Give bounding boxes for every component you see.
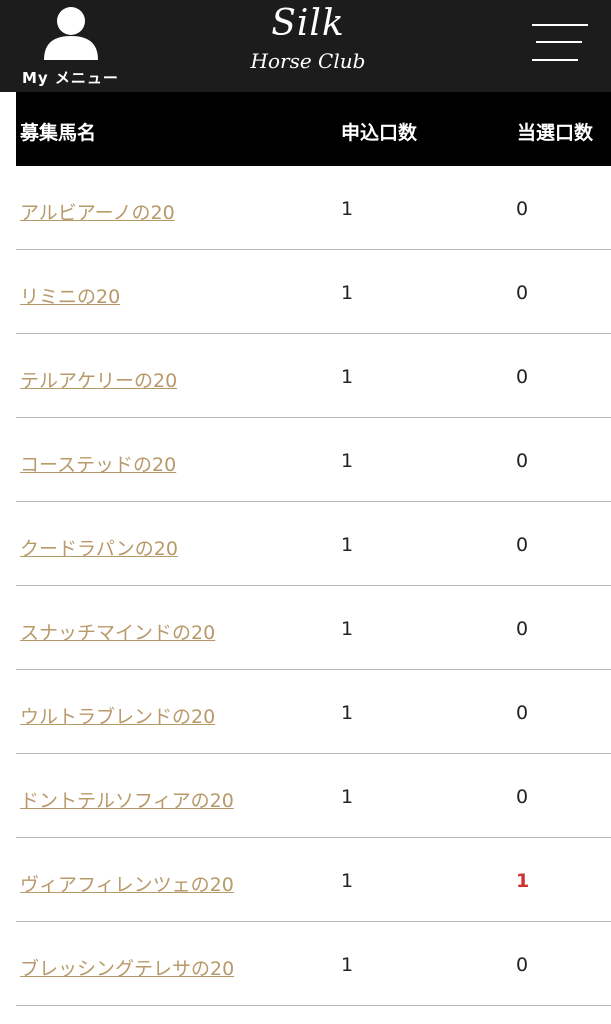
- column-header-horse-name: 募集馬名: [20, 122, 97, 144]
- horse-name-link[interactable]: ヴィアフィレンツェの20: [20, 870, 234, 897]
- my-menu-button[interactable]: My メニュー: [18, 4, 126, 88]
- horse-name-link[interactable]: ブレッシングテレサの20: [20, 954, 234, 981]
- horse-name-link[interactable]: リミニの20: [20, 282, 120, 309]
- won-units-value: 0: [516, 282, 529, 304]
- horse-name-link[interactable]: クードラパンの20: [20, 534, 178, 561]
- column-header-applied-units: 申込口数: [341, 122, 418, 144]
- horse-name-link[interactable]: アルビアーノの20: [20, 198, 175, 225]
- table-row: コーステッドの20 1 0: [16, 418, 611, 502]
- horse-name-link[interactable]: テルアケリーの20: [20, 366, 177, 393]
- site-header: My メニュー Silk Horse Club: [0, 0, 611, 92]
- silk-horse-club-logo[interactable]: Silk Horse Club: [238, 2, 378, 88]
- applied-units-value: 1: [341, 282, 354, 304]
- hamburger-menu-icon[interactable]: [532, 22, 588, 66]
- table-row: テルアケリーの20 1 0: [16, 334, 611, 418]
- hamburger-line: [536, 41, 582, 43]
- won-units-value: 1: [516, 870, 530, 892]
- applied-units-value: 1: [341, 450, 354, 472]
- table-row: ヴィアフィレンツェの20 1 1: [16, 838, 611, 922]
- applied-units-value: 1: [341, 870, 354, 892]
- horse-name-link[interactable]: ウルトラブレンドの20: [20, 702, 215, 729]
- my-menu-label: My メニュー: [22, 69, 119, 87]
- won-units-value: 0: [516, 450, 529, 472]
- table-row: リミニの20 1 0: [16, 250, 611, 334]
- lottery-results-table: アルビアーノの20 1 0 リミニの20 1 0 テルアケリーの20 1 0 コーステッドの20 1…: [16, 166, 611, 1006]
- applied-units-value: 1: [341, 702, 354, 724]
- column-header-won-units: 当選口数: [517, 122, 594, 144]
- logo-text-bottom: Horse Club: [250, 49, 366, 73]
- table-row: スナッチマインドの20 1 0: [16, 586, 611, 670]
- won-units-value: 0: [516, 786, 529, 808]
- won-units-value: 0: [516, 198, 529, 220]
- table-row: クードラパンの20 1 0: [16, 502, 611, 586]
- table-header-row: 募集馬名 申込口数 当選口数: [16, 92, 611, 166]
- horse-name-link[interactable]: コーステッドの20: [20, 450, 176, 477]
- applied-units-value: 1: [341, 954, 354, 976]
- won-units-value: 0: [516, 954, 529, 976]
- table-row: ブレッシングテレサの20 1 0: [16, 922, 611, 1006]
- table-row: アルビアーノの20 1 0: [16, 166, 611, 250]
- horse-name-link[interactable]: ドントテルソフィアの20: [20, 786, 234, 813]
- won-units-value: 0: [516, 534, 529, 556]
- table-row: ウルトラブレンドの20 1 0: [16, 670, 611, 754]
- applied-units-value: 1: [341, 534, 354, 556]
- logo-text-top: Silk: [271, 3, 345, 44]
- applied-units-value: 1: [341, 618, 354, 640]
- applied-units-value: 1: [341, 366, 354, 388]
- won-units-value: 0: [516, 702, 529, 724]
- user-icon: [44, 7, 98, 60]
- applied-units-value: 1: [341, 786, 354, 808]
- hamburger-line: [532, 59, 578, 61]
- hamburger-line: [532, 24, 588, 26]
- won-units-value: 0: [516, 618, 529, 640]
- table-row: ドントテルソフィアの20 1 0: [16, 754, 611, 838]
- horse-name-link[interactable]: スナッチマインドの20: [20, 618, 215, 645]
- won-units-value: 0: [516, 366, 529, 388]
- applied-units-value: 1: [341, 198, 354, 220]
